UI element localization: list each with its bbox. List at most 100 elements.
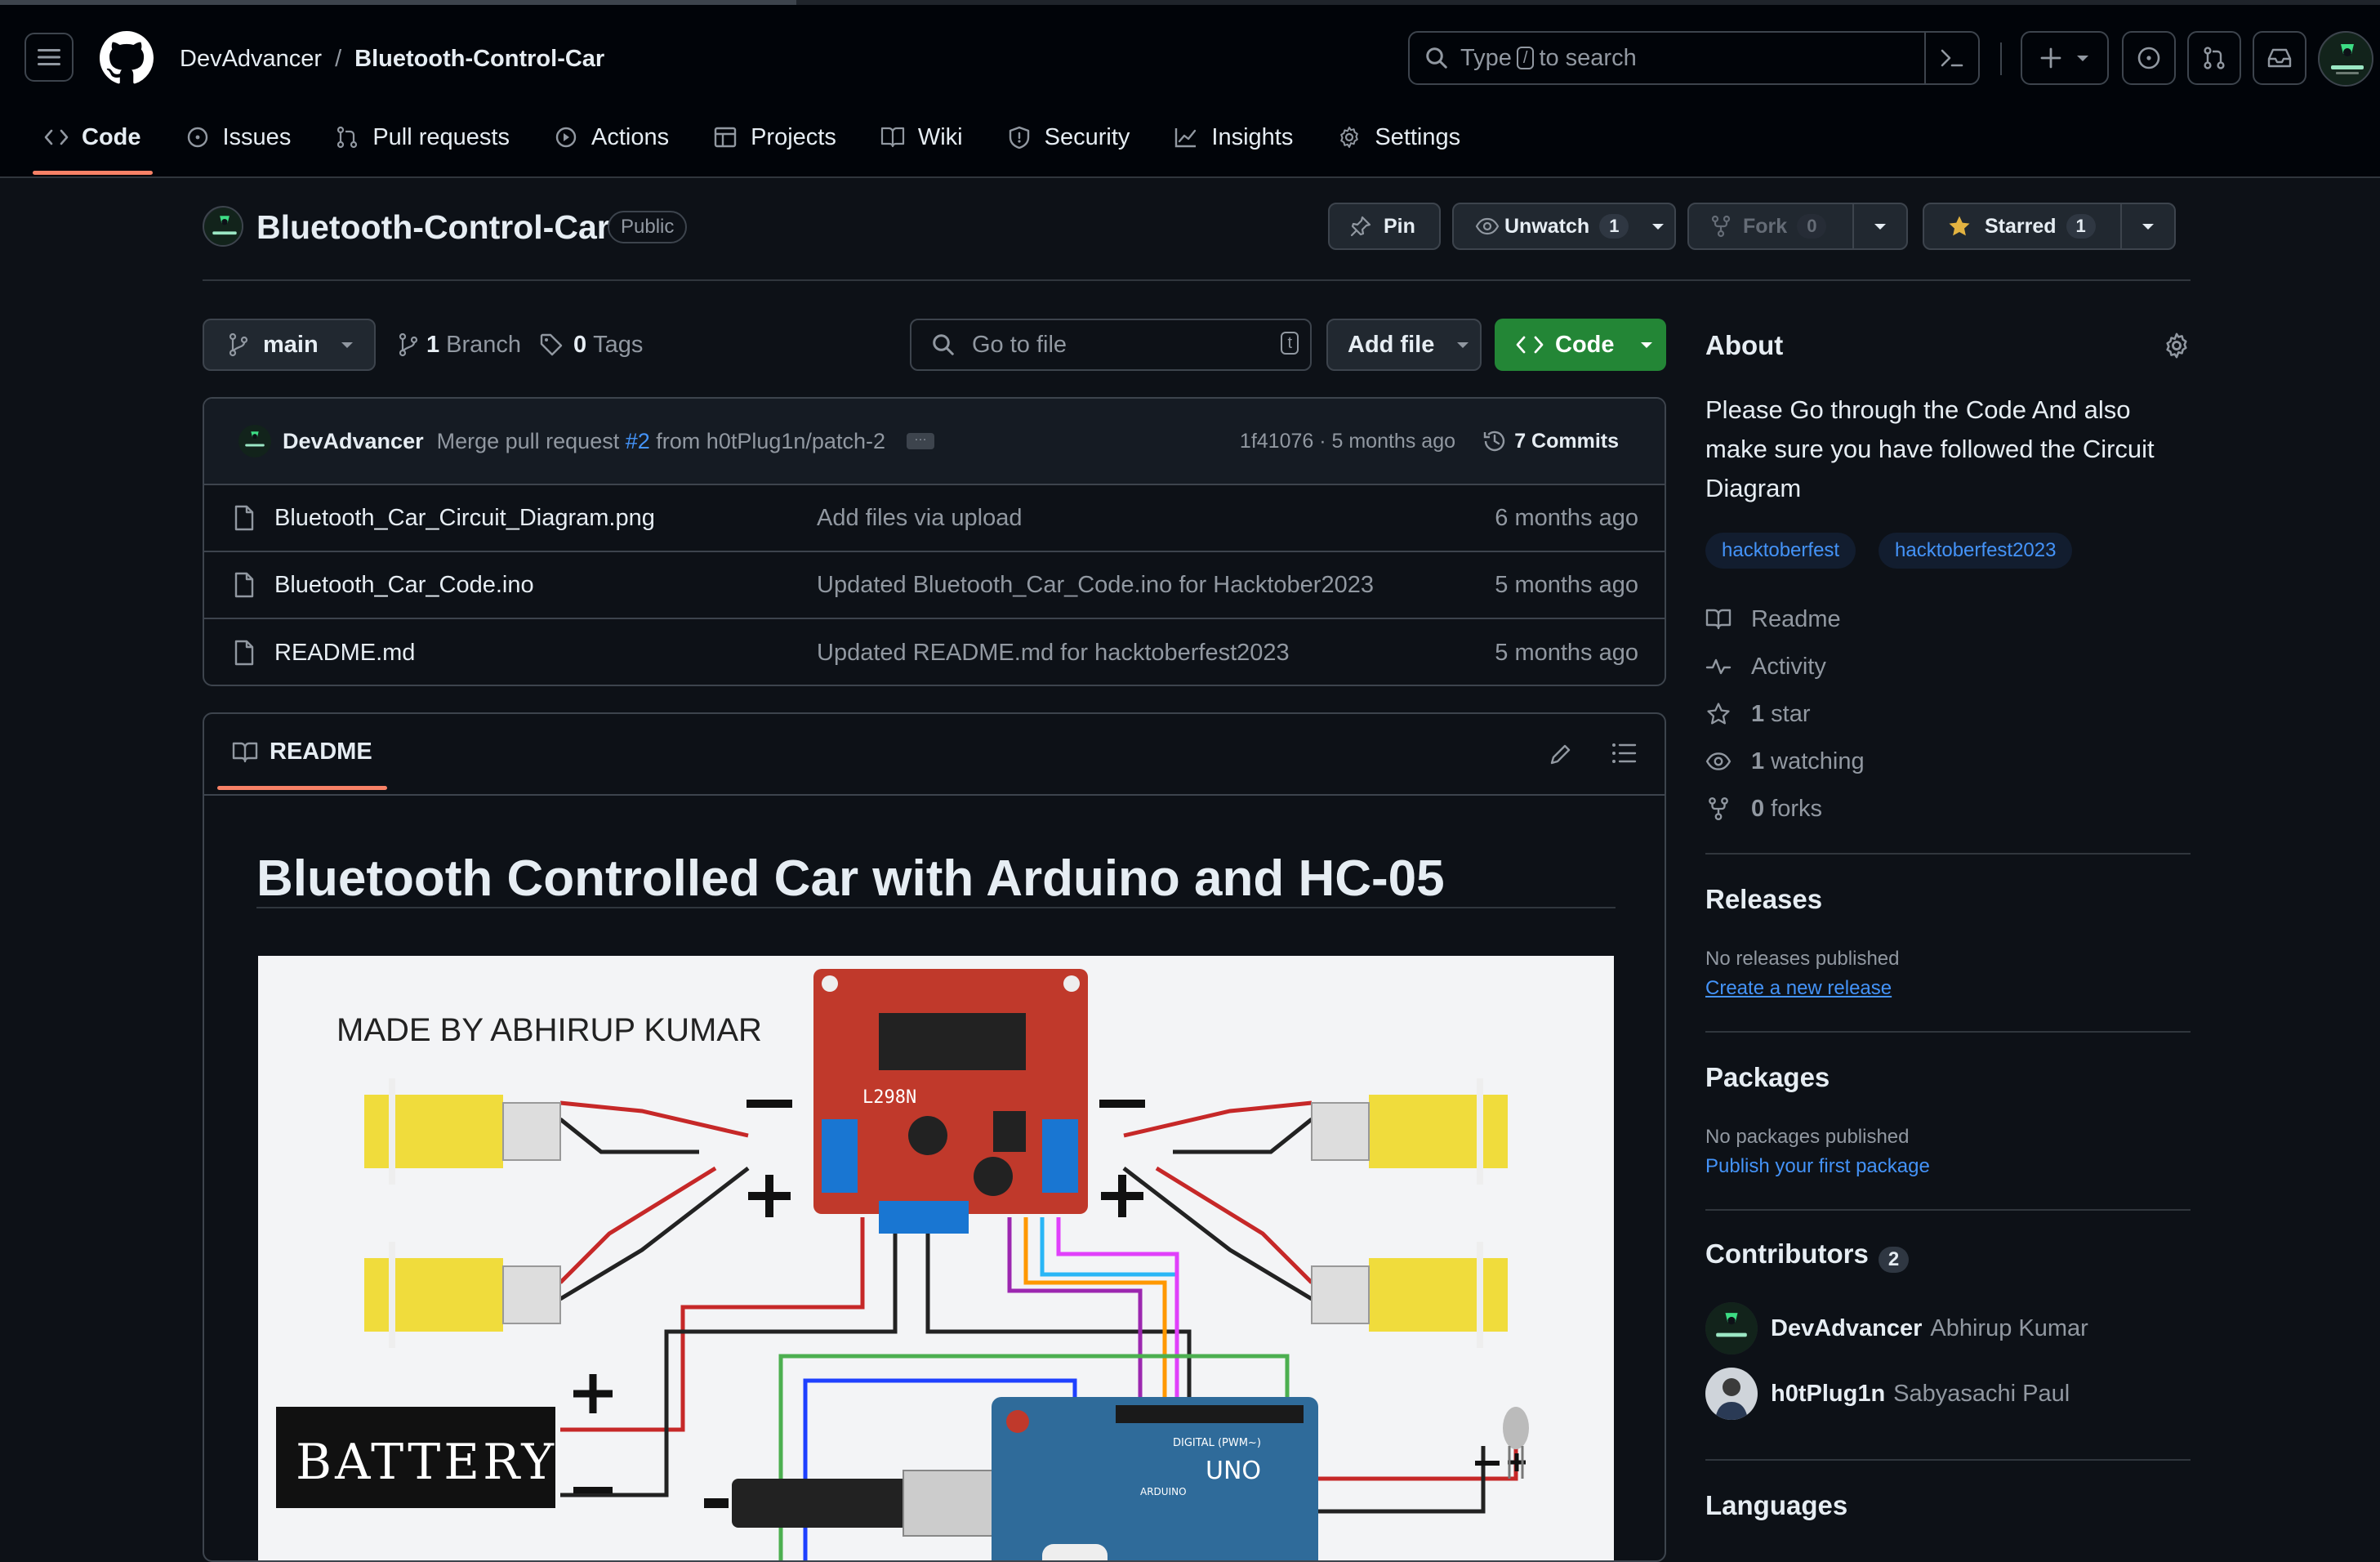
watch-button[interactable]: Unwatch 1 bbox=[1452, 203, 1676, 250]
watching-count: 1 bbox=[1751, 748, 1765, 774]
tab-insights[interactable]: Insights bbox=[1162, 114, 1304, 160]
fork-dropdown[interactable] bbox=[1852, 204, 1906, 248]
divider bbox=[1705, 853, 2191, 855]
forks-link[interactable]: 0 forks bbox=[1705, 792, 1822, 825]
file-row: README.md Updated README.md for hacktober… bbox=[204, 619, 1665, 685]
star-button[interactable]: Starred 1 bbox=[1923, 203, 2176, 250]
file-commit-age[interactable]: 6 months ago bbox=[1495, 505, 1638, 532]
stars-link[interactable]: 1 star bbox=[1705, 698, 1810, 730]
create-new-button[interactable] bbox=[2021, 31, 2109, 85]
tab-pull-requests[interactable]: Pull requests bbox=[323, 114, 521, 160]
watch-dropdown[interactable] bbox=[1642, 204, 1674, 248]
divider bbox=[1705, 1209, 2191, 1211]
issues-button[interactable] bbox=[2122, 31, 2176, 85]
create-release-link[interactable]: Create a new release bbox=[1705, 977, 1892, 1000]
about-heading: About bbox=[1705, 330, 1784, 360]
commits-link[interactable]: 7 Commits bbox=[1482, 428, 1619, 454]
global-search[interactable]: Type / to search bbox=[1408, 31, 1980, 85]
publish-package-link[interactable]: Publish your first package bbox=[1705, 1155, 1930, 1178]
tab-issues[interactable]: Issues bbox=[174, 114, 303, 160]
tab-projects[interactable]: Projects bbox=[702, 114, 848, 160]
gear-icon[interactable] bbox=[2163, 332, 2191, 359]
readme-link[interactable]: Readme bbox=[1705, 603, 1841, 636]
repo-owner-avatar[interactable] bbox=[203, 206, 243, 247]
contributor-item[interactable]: h0tPlug1n Sabyasachi Paul bbox=[1705, 1368, 2070, 1420]
tag-count-label: Tags bbox=[593, 331, 644, 358]
contributors-heading-row[interactable]: Contributors 2 bbox=[1705, 1238, 1910, 1273]
list-unordered-icon[interactable] bbox=[1611, 742, 1637, 765]
command-palette-button[interactable] bbox=[1924, 33, 1978, 83]
file-name-link[interactable]: Bluetooth_Car_Code.ino bbox=[274, 572, 534, 599]
commit-pr-link[interactable]: #2 bbox=[626, 429, 650, 453]
triangle-down-icon bbox=[1874, 224, 1886, 230]
branch-count: 1 bbox=[426, 331, 440, 358]
watching-label: watching bbox=[1771, 748, 1865, 774]
file-name-link[interactable]: README.md bbox=[274, 640, 415, 667]
pin-button[interactable]: Pin bbox=[1328, 203, 1441, 250]
watching-link[interactable]: 1 watching bbox=[1705, 745, 1865, 778]
tags-link[interactable]: 0 Tags bbox=[539, 319, 643, 371]
topic-tag[interactable]: hacktoberfest2023 bbox=[1879, 533, 2073, 569]
code-button[interactable]: Code bbox=[1495, 319, 1666, 371]
avatar-image bbox=[1705, 1302, 1758, 1354]
file-commit-age[interactable]: 5 months ago bbox=[1495, 640, 1638, 667]
commit-author-avatar[interactable] bbox=[238, 425, 271, 457]
commit-message[interactable]: Merge pull request #2 from h0tPlug1n/pat… bbox=[437, 429, 885, 454]
pull-requests-button[interactable] bbox=[2187, 31, 2241, 85]
tab-wiki[interactable]: Wiki bbox=[869, 114, 974, 160]
file-commit-message[interactable]: Updated Bluetooth_Car_Code.ino for Hackt… bbox=[817, 572, 1374, 599]
tab-code[interactable]: Code bbox=[33, 114, 153, 175]
issue-opened-icon bbox=[2137, 47, 2160, 69]
pulse-icon bbox=[1705, 658, 1732, 675]
packages-heading[interactable]: Packages bbox=[1705, 1062, 1830, 1093]
fork-button[interactable]: Fork 0 bbox=[1687, 203, 1908, 250]
topic-tag[interactable]: hacktoberfest bbox=[1705, 533, 1856, 569]
add-file-button[interactable]: Add file bbox=[1326, 319, 1482, 371]
contributor-login: DevAdvancer bbox=[1771, 1314, 1923, 1341]
pencil-icon[interactable] bbox=[1549, 742, 1573, 766]
tab-label: Insights bbox=[1211, 123, 1294, 150]
about-description: Please Go through the Code And also make… bbox=[1705, 395, 2155, 502]
file-commit-age[interactable]: 5 months ago bbox=[1495, 572, 1638, 599]
go-to-file-input[interactable]: Go to file t bbox=[910, 319, 1312, 371]
breadcrumb-repo[interactable]: Bluetooth-Control-Car bbox=[354, 46, 604, 73]
motor-top-left bbox=[364, 1078, 561, 1185]
readme-tab[interactable]: README bbox=[217, 739, 387, 790]
branches-link[interactable]: 1 Branch bbox=[397, 319, 521, 371]
branch-selector[interactable]: main bbox=[203, 319, 376, 371]
file-browser: DevAdvancer Merge pull request #2 from h… bbox=[203, 397, 1666, 686]
packages-empty: No packages published bbox=[1705, 1126, 1910, 1148]
commit-message-prefix: Merge pull request bbox=[436, 428, 620, 453]
eye-icon bbox=[1475, 217, 1500, 235]
contributor-item[interactable]: DevAdvancer Abhirup Kumar bbox=[1705, 1302, 2088, 1354]
commit-expand-button[interactable]: … bbox=[906, 431, 934, 449]
contributors-count: 2 bbox=[1878, 1246, 1910, 1273]
activity-link[interactable]: Activity bbox=[1705, 650, 1826, 683]
file-commit-message[interactable]: Add files via upload bbox=[817, 505, 1023, 532]
star-dropdown[interactable] bbox=[2120, 204, 2174, 248]
breadcrumb-owner[interactable]: DevAdvancer bbox=[180, 46, 322, 73]
commit-hash-time[interactable]: 1f41076 · 5 months ago bbox=[1240, 430, 1455, 453]
github-logo[interactable] bbox=[100, 31, 154, 85]
user-avatar[interactable] bbox=[2318, 31, 2373, 87]
tab-actions[interactable]: Actions bbox=[542, 114, 680, 160]
inbox-button[interactable] bbox=[2253, 31, 2306, 85]
motor-bottom-right bbox=[1311, 1242, 1508, 1348]
watch-label: Unwatch bbox=[1504, 214, 1590, 238]
latest-commit: DevAdvancer Merge pull request #2 from h… bbox=[204, 399, 1665, 485]
table-icon bbox=[714, 127, 737, 148]
tab-label: Projects bbox=[751, 123, 836, 150]
tab-settings[interactable]: Settings bbox=[1326, 114, 1472, 160]
menu-button[interactable] bbox=[25, 33, 74, 82]
book-icon bbox=[1705, 609, 1732, 630]
file-name-link[interactable]: Bluetooth_Car_Circuit_Diagram.png bbox=[274, 505, 655, 532]
readme-link-label: Readme bbox=[1751, 605, 1841, 632]
file-commit-message[interactable]: Updated README.md for hacktoberfest2023 bbox=[817, 640, 1290, 667]
pin-label: Pin bbox=[1384, 214, 1415, 238]
tab-security[interactable]: Security bbox=[996, 114, 1142, 160]
releases-heading[interactable]: Releases bbox=[1705, 884, 1822, 915]
tab-label: Settings bbox=[1375, 123, 1461, 150]
commit-author[interactable]: DevAdvancer bbox=[283, 429, 424, 454]
repo-title[interactable]: Bluetooth-Control-Car bbox=[256, 206, 610, 248]
tab-label: Issues bbox=[222, 123, 292, 150]
